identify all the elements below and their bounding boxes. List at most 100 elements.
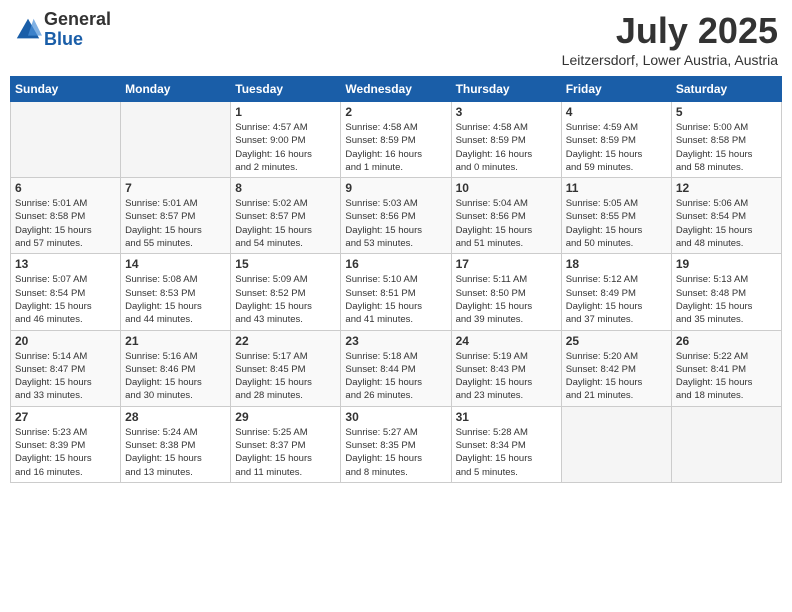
calendar-cell: 4 Sunrise: 4:59 AM Sunset: 8:59 PM Daylig… [561, 102, 671, 178]
day-info: Sunrise: 5:23 AM Sunset: 8:39 PM Dayligh… [15, 426, 116, 479]
day-info: Sunrise: 5:10 AM Sunset: 8:51 PM Dayligh… [345, 273, 446, 326]
day-number: 2 [345, 105, 446, 119]
calendar-cell: 24 Sunrise: 5:19 AM Sunset: 8:43 PM Dayli… [451, 330, 561, 406]
logo-text: General Blue [44, 10, 111, 50]
day-info: Sunrise: 5:17 AM Sunset: 8:45 PM Dayligh… [235, 350, 336, 403]
day-info: Sunrise: 5:00 AM Sunset: 8:58 PM Dayligh… [676, 121, 777, 174]
day-info: Sunrise: 5:08 AM Sunset: 8:53 PM Dayligh… [125, 273, 226, 326]
calendar-cell: 7Sunrise: 5:01 AM Sunset: 8:57 PM Daylig… [121, 178, 231, 254]
calendar-cell: 8 Sunrise: 5:02 AM Sunset: 8:57 PM Daylig… [231, 178, 341, 254]
calendar-week-row: 13 Sunrise: 5:07 AM Sunset: 8:54 PM Dayli… [11, 254, 782, 330]
day-info: Sunrise: 5:09 AM Sunset: 8:52 PM Dayligh… [235, 273, 336, 326]
calendar-week-row: 27 Sunrise: 5:23 AM Sunset: 8:39 PM Dayli… [11, 406, 782, 482]
day-number: 17 [456, 257, 557, 271]
calendar-cell: 21Sunrise: 5:16 AM Sunset: 8:46 PM Dayli… [121, 330, 231, 406]
calendar-cell: 19 Sunrise: 5:13 AM Sunset: 8:48 PM Dayli… [671, 254, 781, 330]
calendar-cell: 13 Sunrise: 5:07 AM Sunset: 8:54 PM Dayli… [11, 254, 121, 330]
header-sunday: Sunday [11, 77, 121, 102]
calendar-cell: 14Sunrise: 5:08 AM Sunset: 8:53 PM Dayli… [121, 254, 231, 330]
calendar-cell: 30 Sunrise: 5:27 AM Sunset: 8:35 PM Dayli… [341, 406, 451, 482]
day-info: Sunrise: 5:13 AM Sunset: 8:48 PM Dayligh… [676, 273, 777, 326]
day-number: 8 [235, 181, 336, 195]
header-tuesday: Tuesday [231, 77, 341, 102]
day-info: Sunrise: 5:25 AM Sunset: 8:37 PM Dayligh… [235, 426, 336, 479]
day-info: Sunrise: 5:03 AM Sunset: 8:56 PM Dayligh… [345, 197, 446, 250]
calendar-cell: 15 Sunrise: 5:09 AM Sunset: 8:52 PM Dayli… [231, 254, 341, 330]
day-number: 10 [456, 181, 557, 195]
calendar-header-row: SundayMondayTuesdayWednesdayThursdayFrid… [11, 77, 782, 102]
calendar-cell: 6Sunrise: 5:01 AM Sunset: 8:58 PM Daylig… [11, 178, 121, 254]
calendar-cell: 28 Sunrise: 5:24 AM Sunset: 8:38 PM Dayli… [121, 406, 231, 482]
day-number: 3 [456, 105, 557, 119]
logo-icon [14, 16, 42, 44]
calendar-cell: 23 Sunrise: 5:18 AM Sunset: 8:44 PM Dayli… [341, 330, 451, 406]
day-number: 19 [676, 257, 777, 271]
day-number: 25 [566, 334, 667, 348]
day-info: Sunrise: 5:07 AM Sunset: 8:54 PM Dayligh… [15, 273, 116, 326]
day-info: Sunrise: 5:12 AM Sunset: 8:49 PM Dayligh… [566, 273, 667, 326]
calendar-cell: 10 Sunrise: 5:04 AM Sunset: 8:56 PM Dayli… [451, 178, 561, 254]
calendar-cell: 20Sunrise: 5:14 AM Sunset: 8:47 PM Dayli… [11, 330, 121, 406]
day-number: 20 [15, 334, 116, 348]
calendar-cell: 5 Sunrise: 5:00 AM Sunset: 8:58 PM Daylig… [671, 102, 781, 178]
day-info: Sunrise: 5:19 AM Sunset: 8:43 PM Dayligh… [456, 350, 557, 403]
calendar-cell: 1Sunrise: 4:57 AM Sunset: 9:00 PM Daylig… [231, 102, 341, 178]
calendar-cell: 16Sunrise: 5:10 AM Sunset: 8:51 PM Dayli… [341, 254, 451, 330]
logo: General Blue [14, 10, 111, 50]
day-info: Sunrise: 5:20 AM Sunset: 8:42 PM Dayligh… [566, 350, 667, 403]
day-info: Sunrise: 5:27 AM Sunset: 8:35 PM Dayligh… [345, 426, 446, 479]
day-number: 5 [676, 105, 777, 119]
header-saturday: Saturday [671, 77, 781, 102]
logo-blue-text: Blue [44, 30, 111, 50]
day-number: 9 [345, 181, 446, 195]
day-info: Sunrise: 5:11 AM Sunset: 8:50 PM Dayligh… [456, 273, 557, 326]
logo-general-text: General [44, 10, 111, 30]
day-number: 4 [566, 105, 667, 119]
calendar-cell: 2 Sunrise: 4:58 AM Sunset: 8:59 PM Daylig… [341, 102, 451, 178]
day-number: 24 [456, 334, 557, 348]
day-info: Sunrise: 5:06 AM Sunset: 8:54 PM Dayligh… [676, 197, 777, 250]
calendar-cell [11, 102, 121, 178]
calendar-cell: 22 Sunrise: 5:17 AM Sunset: 8:45 PM Dayli… [231, 330, 341, 406]
calendar-cell: 31 Sunrise: 5:28 AM Sunset: 8:34 PM Dayli… [451, 406, 561, 482]
calendar-cell [671, 406, 781, 482]
calendar-week-row: 1Sunrise: 4:57 AM Sunset: 9:00 PM Daylig… [11, 102, 782, 178]
day-number: 12 [676, 181, 777, 195]
calendar-cell [121, 102, 231, 178]
day-number: 28 [125, 410, 226, 424]
day-number: 21 [125, 334, 226, 348]
day-info: Sunrise: 5:05 AM Sunset: 8:55 PM Dayligh… [566, 197, 667, 250]
page-header: General Blue July 2025 Leitzersdorf, Low… [10, 10, 782, 68]
header-friday: Friday [561, 77, 671, 102]
day-info: Sunrise: 5:04 AM Sunset: 8:56 PM Dayligh… [456, 197, 557, 250]
day-info: Sunrise: 5:24 AM Sunset: 8:38 PM Dayligh… [125, 426, 226, 479]
day-number: 26 [676, 334, 777, 348]
calendar-cell: 3 Sunrise: 4:58 AM Sunset: 8:59 PM Daylig… [451, 102, 561, 178]
day-number: 29 [235, 410, 336, 424]
day-number: 23 [345, 334, 446, 348]
calendar-cell: 25 Sunrise: 5:20 AM Sunset: 8:42 PM Dayli… [561, 330, 671, 406]
month-title: July 2025 [562, 10, 778, 52]
location-title: Leitzersdorf, Lower Austria, Austria [562, 52, 778, 68]
day-info: Sunrise: 4:58 AM Sunset: 8:59 PM Dayligh… [456, 121, 557, 174]
day-number: 15 [235, 257, 336, 271]
day-number: 22 [235, 334, 336, 348]
day-number: 30 [345, 410, 446, 424]
day-info: Sunrise: 5:28 AM Sunset: 8:34 PM Dayligh… [456, 426, 557, 479]
calendar-cell: 26Sunrise: 5:22 AM Sunset: 8:41 PM Dayli… [671, 330, 781, 406]
day-number: 31 [456, 410, 557, 424]
calendar-cell: 29 Sunrise: 5:25 AM Sunset: 8:37 PM Dayli… [231, 406, 341, 482]
header-wednesday: Wednesday [341, 77, 451, 102]
day-number: 13 [15, 257, 116, 271]
header-monday: Monday [121, 77, 231, 102]
day-info: Sunrise: 5:02 AM Sunset: 8:57 PM Dayligh… [235, 197, 336, 250]
calendar-cell: 18Sunrise: 5:12 AM Sunset: 8:49 PM Dayli… [561, 254, 671, 330]
day-info: Sunrise: 5:18 AM Sunset: 8:44 PM Dayligh… [345, 350, 446, 403]
day-info: Sunrise: 5:01 AM Sunset: 8:57 PM Dayligh… [125, 197, 226, 250]
day-info: Sunrise: 4:59 AM Sunset: 8:59 PM Dayligh… [566, 121, 667, 174]
day-info: Sunrise: 4:58 AM Sunset: 8:59 PM Dayligh… [345, 121, 446, 174]
day-info: Sunrise: 5:01 AM Sunset: 8:58 PM Dayligh… [15, 197, 116, 250]
day-number: 27 [15, 410, 116, 424]
day-number: 11 [566, 181, 667, 195]
calendar-cell: 9 Sunrise: 5:03 AM Sunset: 8:56 PM Daylig… [341, 178, 451, 254]
